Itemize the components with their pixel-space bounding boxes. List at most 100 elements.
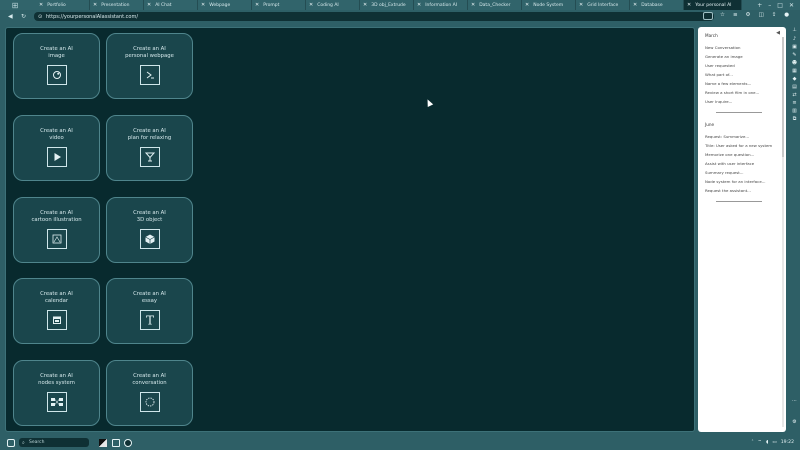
app-icon-1[interactable] [99, 439, 107, 447]
tab-6[interactable]: ✕ 3D obj_Extrude [360, 0, 414, 10]
history-item[interactable]: Request the assistant... [705, 188, 751, 193]
close-tab-icon[interactable]: ✕ [363, 2, 367, 8]
card-label-line2: conversation [132, 379, 167, 386]
extensions-icon[interactable]: ◫ [758, 12, 763, 18]
pin-icon[interactable]: ⊥ [791, 27, 798, 33]
tab-7[interactable]: ✕ Information AI [414, 0, 468, 10]
settings-gear-icon[interactable]: ⚙ [791, 419, 798, 425]
clock[interactable]: 19:22 [781, 440, 794, 445]
history-item[interactable]: User Inquire... [705, 99, 732, 104]
close-tab-icon[interactable]: ✕ [39, 2, 43, 8]
tab-2[interactable]: ✕ AI Chat [144, 0, 198, 10]
card-label-line2: essay [141, 297, 158, 304]
card-essay[interactable]: Create an AI essay T [106, 278, 193, 344]
tab-3[interactable]: ✕ Webpage [198, 0, 252, 10]
list-icon[interactable]: ≡ [791, 100, 798, 106]
collapse-panel-icon[interactable]: ◀ [776, 30, 780, 36]
history-item[interactable]: What part of... [705, 72, 733, 77]
close-window-icon[interactable]: ✕ [789, 2, 794, 9]
user-icon[interactable]: ☻ [791, 60, 798, 66]
tab-11[interactable]: ✕ Database [630, 0, 684, 10]
share-icon[interactable]: ⇪ [772, 12, 777, 18]
history-item[interactable]: User requested [705, 63, 735, 68]
play-icon [47, 147, 67, 167]
card-conversation[interactable]: Create an AI conversation [106, 360, 193, 426]
card-personal-webpage[interactable]: Create an AI personal webpage [106, 33, 193, 99]
history-item[interactable]: Memorize one question... [705, 152, 754, 157]
history-item[interactable]: Title: User asked for a new system [705, 143, 772, 148]
history-item[interactable]: Assist with user interface [705, 161, 754, 166]
card-image[interactable]: Create an AI image [13, 33, 100, 99]
new-tab-icon[interactable]: + [757, 2, 762, 9]
close-tab-icon[interactable]: ✕ [201, 2, 205, 8]
card-nodes-system[interactable]: Create an AI nodes system [13, 360, 100, 426]
tab-12[interactable]: ✕ Your personal AI [684, 0, 742, 10]
history-item[interactable]: Generate an image [705, 54, 743, 59]
maximize-icon[interactable]: □ [777, 2, 783, 9]
window-controls: + – □ ✕ [757, 2, 800, 9]
bookmark-icon[interactable]: ☆ [720, 12, 725, 18]
tag-icon[interactable]: ◆ [791, 76, 798, 82]
history-item[interactable]: Node system for an interface... [705, 179, 765, 184]
close-tab-icon[interactable]: ✕ [471, 2, 475, 8]
chart-icon[interactable]: ▥ [791, 108, 798, 114]
history-item[interactable]: New Conversation [705, 45, 740, 50]
arrow-icon[interactable]: ⇄ [791, 92, 798, 98]
edit-icon[interactable]: ✎ [791, 52, 798, 58]
menu-icon[interactable]: ≡ [733, 12, 738, 18]
start-icon[interactable] [7, 439, 15, 447]
image-tool-icon[interactable]: ▤ [791, 84, 798, 90]
reload-icon[interactable]: ↻ [21, 13, 26, 20]
tab-0[interactable]: ✕ Portfolio [36, 0, 90, 10]
taskbar-search[interactable]: ⌕ Search [19, 438, 89, 447]
card-cartoon-illustration[interactable]: Create an AI cartoon illustration [13, 197, 100, 263]
reader-mode-icon[interactable] [703, 12, 713, 20]
files-icon[interactable] [112, 439, 120, 447]
grid-icon[interactable]: ▦ [791, 68, 798, 74]
close-tab-icon[interactable]: ✕ [255, 2, 259, 8]
close-tab-icon[interactable]: ✕ [687, 2, 691, 8]
tab-9[interactable]: ✕ Node System [522, 0, 576, 10]
card-label-line2: image [48, 52, 65, 59]
close-tab-icon[interactable]: ✕ [633, 2, 637, 8]
history-divider [716, 112, 762, 113]
tab-4[interactable]: ✕ Prompt [252, 0, 306, 10]
tab-label: Grid Interface [587, 2, 619, 8]
battery-icon[interactable]: ▭ [772, 440, 776, 445]
close-tab-icon[interactable]: ✕ [417, 2, 421, 8]
profile-icon[interactable]: ● [784, 12, 789, 18]
history-item[interactable]: Name a few elements... [705, 81, 751, 86]
close-tab-icon[interactable]: ✕ [579, 2, 583, 8]
history-item[interactable]: Request: Summarize... [705, 134, 749, 139]
chevron-up-icon[interactable]: ˄ [751, 440, 753, 445]
history-item[interactable]: Review a short film in one... [705, 90, 759, 95]
card-video[interactable]: Create an AI video [13, 115, 100, 181]
volume-icon[interactable]: ◖ [766, 440, 768, 445]
tab-10[interactable]: ✕ Grid Interface [576, 0, 630, 10]
minimize-icon[interactable]: – [768, 2, 771, 9]
more-icon[interactable]: ⋯ [791, 398, 798, 404]
history-item[interactable]: Summary request... [705, 170, 744, 175]
wifi-icon[interactable]: ⌔ [758, 439, 762, 445]
card-3d-object[interactable]: Create an AI 3D object [106, 197, 193, 263]
settings-icon[interactable]: ⚙ [746, 12, 751, 18]
tab-8[interactable]: ✕ Data_Checker [468, 0, 522, 10]
close-tab-icon[interactable]: ✕ [93, 2, 97, 8]
browser-app-icon[interactable] [124, 439, 132, 447]
close-tab-icon[interactable]: ✕ [309, 2, 313, 8]
bell-icon[interactable]: ♪ [791, 36, 798, 42]
card-plan-for-relaxing[interactable]: Create an AI plan for relaxing [106, 115, 193, 181]
tab-label: Prompt [263, 2, 280, 8]
folder-icon[interactable]: ▣ [791, 44, 798, 50]
history-scrollbar[interactable] [782, 37, 784, 427]
tab-5[interactable]: ✕ Coding AI [306, 0, 360, 10]
card-calendar[interactable]: Create an AI calendar [13, 278, 100, 344]
tab-1[interactable]: ✕ Presentation [90, 0, 144, 10]
tab-label: Information AI [425, 2, 458, 8]
close-tab-icon[interactable]: ✕ [525, 2, 529, 8]
back-icon[interactable]: ◀ [8, 13, 13, 20]
app-menu-icon[interactable]: ⊞ [10, 0, 20, 10]
close-tab-icon[interactable]: ✕ [147, 2, 151, 8]
layers-icon[interactable]: ⧉ [791, 116, 798, 122]
url-field[interactable]: ⊙ https://yourpersonalAIassistant.com/ [34, 12, 714, 21]
